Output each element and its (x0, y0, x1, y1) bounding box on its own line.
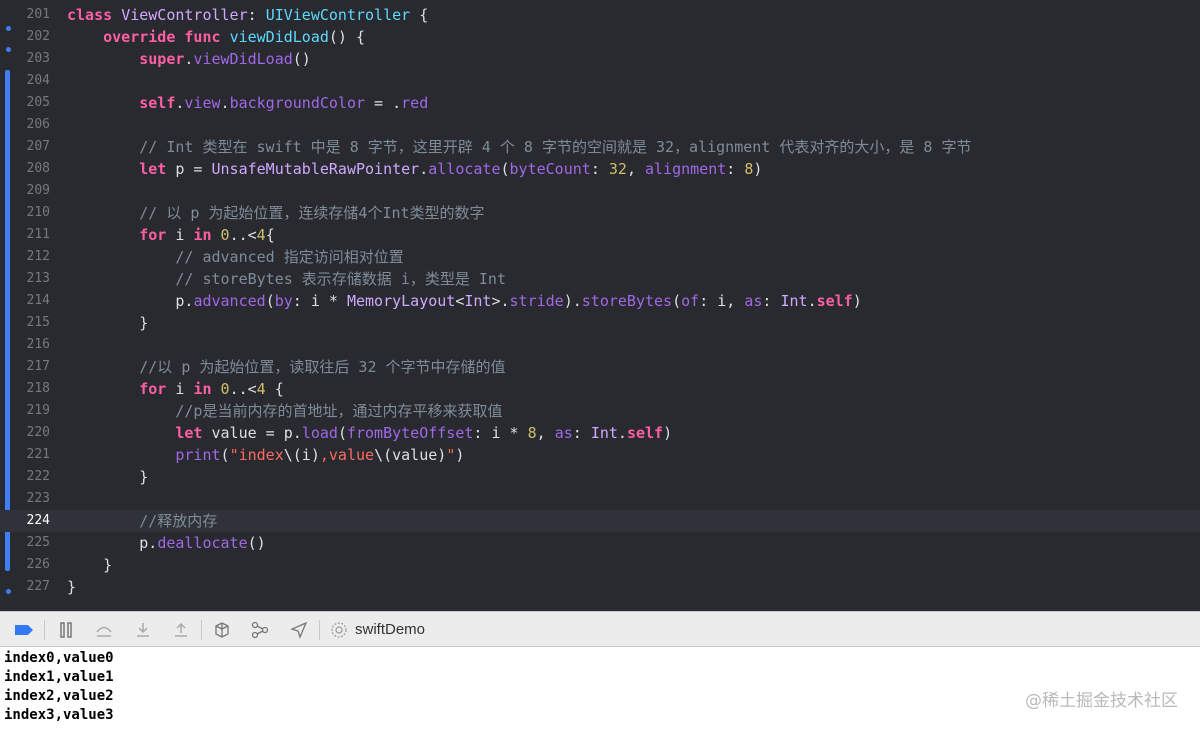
code-text: // advanced 指定访问相对位置 (175, 248, 404, 266)
line-number: 224 (26, 513, 50, 528)
code-line[interactable]: 204 (0, 70, 1200, 92)
code-line[interactable]: 226 } (0, 554, 1200, 576)
code-text: // storeBytes 表示存储数据 i，类型是 Int (175, 270, 506, 288)
code-text: override func viewDidLoad() { (103, 28, 366, 46)
divider (44, 620, 45, 640)
code-line[interactable]: 208 let p = UnsafeMutableRawPointer.allo… (0, 158, 1200, 180)
line-number: 222 (26, 469, 50, 484)
line-number: 218 (26, 381, 50, 396)
code-text: //以 p 为起始位置，读取往后 32 个字节中存储的值 (139, 358, 506, 376)
line-number: 217 (26, 359, 50, 374)
watermark: @稀土掘金技术社区 (1025, 691, 1178, 711)
code-line[interactable]: 207 // Int 类型在 swift 中是 8 字节，这里开辟 4 个 8 … (0, 136, 1200, 158)
console-line: index1,value1 (4, 669, 114, 685)
code-line[interactable]: 219 //p是当前内存的首地址，通过内存平移来获取值 (0, 400, 1200, 422)
code-editor[interactable]: 201 class ViewController: UIViewControlle… (0, 0, 1200, 611)
line-number: 203 (26, 51, 50, 66)
line-number: 211 (26, 227, 50, 242)
simulate-location-icon[interactable] (289, 620, 309, 640)
line-number: 227 (26, 579, 50, 594)
line-number: 204 (26, 73, 50, 88)
code-text: for i in 0..<4{ (139, 226, 275, 244)
divider (201, 620, 202, 640)
code-line[interactable]: 202 override func viewDidLoad() { (0, 26, 1200, 48)
line-number: 210 (26, 205, 50, 220)
debug-view-hierarchy-icon[interactable] (212, 620, 232, 640)
line-number: 216 (26, 337, 50, 352)
code-text: class ViewController: UIViewController { (67, 6, 429, 24)
code-text: } (67, 578, 77, 596)
console-output[interactable]: index0,value0 index1,value1 index2,value… (0, 647, 1200, 732)
code-line[interactable]: 218 for i in 0..<4 { (0, 378, 1200, 400)
line-number: 221 (26, 447, 50, 462)
code-text: p.deallocate() (67, 534, 266, 552)
breakpoints-toggle-icon[interactable] (14, 620, 34, 640)
line-number: 226 (26, 557, 50, 572)
code-text: let value = p.load(fromByteOffset: i * 8… (175, 424, 673, 442)
line-number: 219 (26, 403, 50, 418)
code-text: // 以 p 为起始位置，连续存储4个Int类型的数字 (139, 204, 485, 222)
pause-icon[interactable] (56, 620, 76, 640)
line-number: 202 (26, 29, 50, 44)
line-number: 225 (26, 535, 50, 550)
code-text: super.viewDidLoad() (139, 50, 311, 68)
console-line: index0,value0 (4, 650, 114, 666)
code-text: } (67, 314, 149, 332)
line-number: 206 (26, 117, 50, 132)
code-line[interactable]: 214 p.advanced(by: i * MemoryLayout<Int>… (0, 290, 1200, 312)
divider (319, 620, 320, 640)
code-line[interactable]: 227} (0, 576, 1200, 598)
code-line[interactable]: 223 (0, 488, 1200, 510)
scheme-name[interactable]: swiftDemo (355, 620, 425, 640)
code-text: self.view.backgroundColor = .red (139, 94, 429, 112)
line-number: 207 (26, 139, 50, 154)
line-number: 205 (26, 95, 50, 110)
code-line[interactable]: 217 //以 p 为起始位置，读取往后 32 个字节中存储的值 (0, 356, 1200, 378)
line-number: 212 (26, 249, 50, 264)
code-text: p.advanced(by: i * MemoryLayout<Int>.str… (67, 292, 862, 310)
line-number: 209 (26, 183, 50, 198)
code-line[interactable]: 221 print("index\(i),value\(value)") (0, 444, 1200, 466)
step-over-icon[interactable] (94, 620, 114, 640)
step-out-icon[interactable] (171, 620, 191, 640)
code-line[interactable]: 215 } (0, 312, 1200, 334)
code-text: } (67, 556, 113, 574)
code-line[interactable]: 222 } (0, 466, 1200, 488)
memory-graph-icon[interactable] (250, 620, 270, 640)
code-line[interactable]: 203 super.viewDidLoad() (0, 48, 1200, 70)
code-text: print("index\(i),value\(value)") (175, 446, 465, 464)
code-line[interactable]: 212 // advanced 指定访问相对位置 (0, 246, 1200, 268)
line-number: 220 (26, 425, 50, 440)
code-line[interactable]: 209 (0, 180, 1200, 202)
code-line[interactable]: 213 // storeBytes 表示存储数据 i，类型是 Int (0, 268, 1200, 290)
code-text: // Int 类型在 swift 中是 8 字节，这里开辟 4 个 8 字节的空… (139, 138, 972, 156)
line-number: 201 (26, 7, 50, 22)
code-line[interactable]: 210 // 以 p 为起始位置，连续存储4个Int类型的数字 (0, 202, 1200, 224)
code-text: let p = UnsafeMutableRawPointer.allocate… (139, 160, 763, 178)
step-into-icon[interactable] (133, 620, 153, 640)
code-text: //p是当前内存的首地址，通过内存平移来获取值 (175, 402, 503, 420)
code-line[interactable]: 211 for i in 0..<4{ (0, 224, 1200, 246)
console-line: index2,value2 (4, 688, 114, 704)
code-line[interactable]: 206 (0, 114, 1200, 136)
line-number: 208 (26, 161, 50, 176)
code-line[interactable]: 220 let value = p.load(fromByteOffset: i… (0, 422, 1200, 444)
debug-bar: swiftDemo (0, 611, 1200, 647)
code-line[interactable]: 216 (0, 334, 1200, 356)
code-line[interactable]: 205 self.view.backgroundColor = .red (0, 92, 1200, 114)
line-number: 214 (26, 293, 50, 308)
code-text: } (67, 468, 149, 486)
code-text: //释放内存 (139, 512, 218, 530)
line-number: 223 (26, 491, 50, 506)
code-line[interactable]: 225 p.deallocate() (0, 532, 1200, 554)
console-line: index3,value3 (4, 707, 114, 723)
code-line[interactable]: 201 class ViewController: UIViewControlle… (0, 4, 1200, 26)
scheme-icon[interactable] (329, 620, 349, 640)
code-line[interactable]: 224 //释放内存 (0, 510, 1200, 532)
line-number: 215 (26, 315, 50, 330)
line-number: 213 (26, 271, 50, 286)
code-text: for i in 0..<4 { (139, 380, 284, 398)
